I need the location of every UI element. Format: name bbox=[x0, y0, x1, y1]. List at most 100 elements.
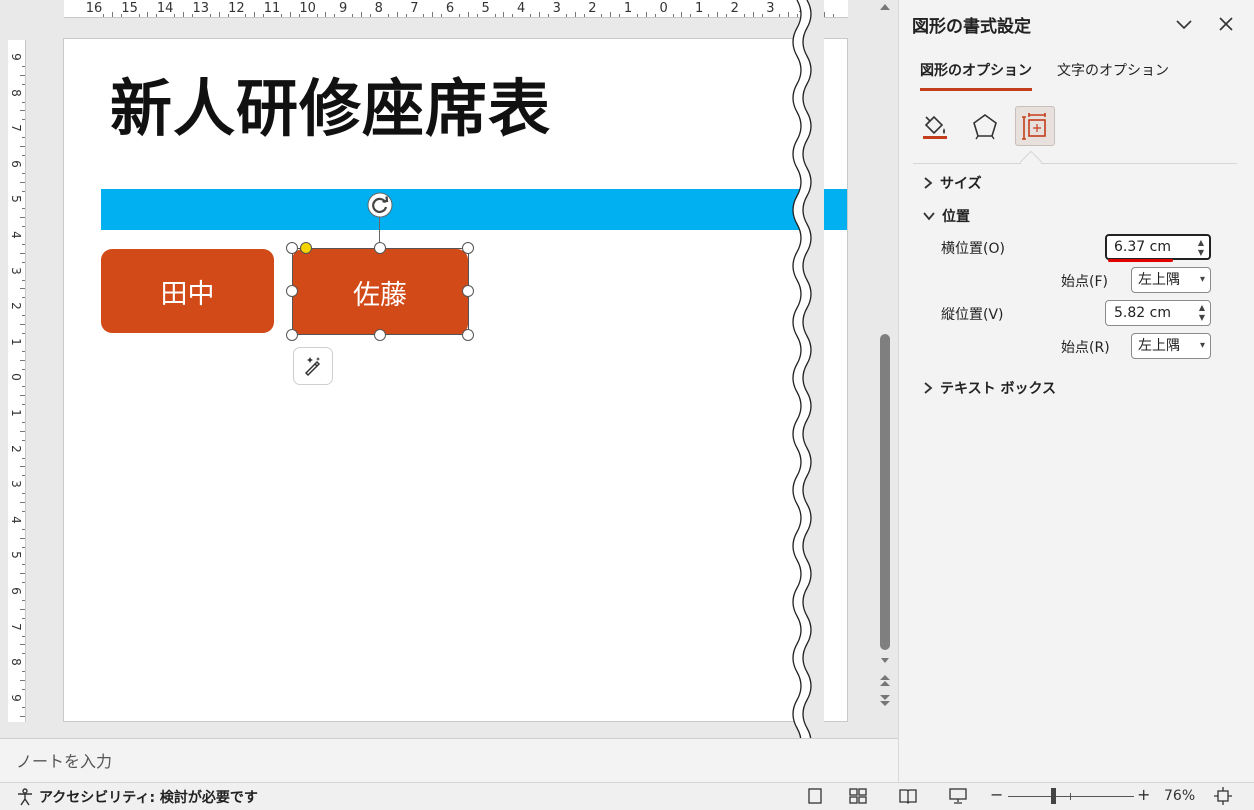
section-position[interactable]: 位置 bbox=[923, 206, 970, 226]
ruler-tick bbox=[20, 644, 25, 646]
notes-pane[interactable]: ノートを入力 bbox=[0, 738, 898, 782]
ruler-tick bbox=[396, 12, 398, 17]
ruler-tick bbox=[441, 14, 443, 17]
resize-handle-right[interactable] bbox=[462, 285, 474, 297]
slide-title[interactable]: 新人研修座席表 bbox=[110, 71, 551, 147]
scroll-down-icon bbox=[881, 658, 889, 663]
resize-handle-bottom[interactable] bbox=[374, 329, 386, 341]
shape-sato[interactable]: 佐藤 bbox=[292, 249, 468, 335]
pane-options-button[interactable] bbox=[1171, 12, 1197, 36]
horizontal-position-spinner[interactable]: ▲ ▼ bbox=[1198, 238, 1204, 258]
zoom-in-button[interactable]: + bbox=[1137, 785, 1150, 804]
resize-handle-bottom-left[interactable] bbox=[286, 329, 298, 341]
ruler-tick bbox=[601, 14, 603, 17]
adjust-handle[interactable] bbox=[300, 242, 312, 254]
ruler-tick bbox=[583, 14, 585, 17]
horizontal-position-input[interactable]: 6.37 cm ▲ ▼ bbox=[1105, 234, 1211, 260]
zoom-slider-thumb[interactable] bbox=[1051, 788, 1056, 804]
effects-category[interactable] bbox=[965, 106, 1005, 146]
vertical-ruler: 9 8 7 6 5 4 3 2 1 0 1 2 3 4 5 6 7 8 9 bbox=[8, 40, 26, 722]
ruler-tick bbox=[183, 12, 184, 17]
ruler-tick bbox=[22, 599, 25, 601]
pane-close-button[interactable] bbox=[1213, 12, 1239, 36]
ruler-tick bbox=[22, 564, 25, 566]
ruler-tick bbox=[174, 14, 176, 17]
ruler-number: 8 bbox=[374, 1, 383, 16]
ruler-number: 11 bbox=[263, 1, 281, 16]
ruler-number: 5 bbox=[481, 1, 490, 16]
ruler-tick bbox=[20, 146, 25, 147]
ruler-tick bbox=[245, 14, 247, 17]
vertical-scrollbar[interactable] bbox=[874, 0, 896, 738]
horizontal-origin-select[interactable]: 左上隅 ▾ bbox=[1131, 267, 1211, 293]
zoom-slider[interactable] bbox=[1008, 796, 1134, 797]
ruler-tick bbox=[547, 14, 549, 17]
ruler-tick bbox=[752, 12, 754, 17]
vertical-position-spinner[interactable]: ▲ ▼ bbox=[1199, 303, 1205, 323]
effects-pentagon-icon bbox=[973, 114, 997, 140]
resize-handle-left[interactable] bbox=[286, 285, 298, 297]
ruler-number: 7 bbox=[410, 1, 419, 16]
zoom-out-button[interactable]: − bbox=[990, 785, 1003, 804]
section-textbox[interactable]: テキスト ボックス bbox=[923, 378, 1056, 398]
ruler-number: 1 bbox=[623, 1, 633, 16]
rotate-handle[interactable] bbox=[367, 192, 393, 218]
ruler-tick bbox=[20, 573, 25, 575]
section-size[interactable]: サイズ bbox=[923, 173, 982, 193]
resize-handle-top-right[interactable] bbox=[462, 242, 474, 254]
ruler-number: 3 bbox=[766, 1, 775, 16]
ruler-tick bbox=[672, 14, 674, 17]
pane-divider bbox=[913, 163, 1237, 164]
ruler-tick bbox=[361, 12, 362, 17]
ruler-number: 12 bbox=[228, 1, 245, 16]
size-properties-category[interactable] bbox=[1015, 106, 1055, 146]
close-icon bbox=[1219, 17, 1233, 31]
ruler-tick bbox=[530, 14, 532, 17]
ruler-tick bbox=[22, 671, 25, 673]
accessibility-status[interactable]: アクセシビリティ: 検討が必要です bbox=[16, 787, 258, 807]
ruler-tick bbox=[22, 457, 25, 459]
ruler-tick bbox=[102, 14, 104, 17]
tab-text-options[interactable]: 文字のオプション bbox=[1057, 60, 1169, 88]
resize-handle-top-left[interactable] bbox=[286, 242, 298, 254]
ruler-number: 5 bbox=[9, 195, 23, 204]
ruler-tick bbox=[20, 110, 25, 112]
slide-sorter-icon[interactable] bbox=[848, 787, 868, 805]
reading-view-icon[interactable] bbox=[898, 787, 918, 805]
banner-bar[interactable] bbox=[101, 189, 847, 230]
chevron-down-icon bbox=[923, 212, 935, 221]
ruler-tick bbox=[405, 14, 407, 17]
ruler-tick bbox=[20, 74, 25, 76]
ruler-tick bbox=[111, 12, 113, 17]
horizontal-position-label: 横位置(O) bbox=[941, 241, 1005, 257]
ruler-number: 9 bbox=[9, 693, 23, 702]
ruler-number: 4 bbox=[9, 515, 23, 524]
resize-handle-top[interactable] bbox=[374, 242, 386, 254]
slideshow-icon[interactable] bbox=[948, 787, 968, 805]
ruler-tick bbox=[619, 14, 621, 17]
ruler-tick bbox=[654, 14, 656, 17]
shape-tanaka[interactable]: 田中 bbox=[101, 249, 274, 333]
ruler-number: 14 bbox=[156, 1, 174, 16]
ruler-number: 9 bbox=[339, 1, 348, 16]
ruler-number: 2 bbox=[730, 1, 739, 16]
ruler-tick bbox=[22, 261, 25, 263]
designer-button[interactable] bbox=[293, 347, 333, 385]
ruler-tick bbox=[476, 14, 478, 17]
fit-to-window-icon[interactable] bbox=[1213, 787, 1233, 805]
ruler-tick bbox=[289, 12, 291, 17]
slide-canvas[interactable]: 新人研修座席表 田中 佐藤 bbox=[63, 38, 848, 722]
vertical-position-input[interactable]: 5.82 cm ▲ ▼ bbox=[1105, 300, 1211, 326]
resize-handle-bottom-right[interactable] bbox=[462, 329, 474, 341]
tab-shape-options[interactable]: 図形のオプション bbox=[920, 60, 1032, 91]
wavy-break-divider bbox=[792, 0, 824, 810]
ruler-tick bbox=[22, 617, 25, 619]
vertical-origin-select[interactable]: 左上隅 ▾ bbox=[1131, 333, 1211, 359]
ruler-tick bbox=[20, 430, 25, 432]
notes-view-icon[interactable] bbox=[806, 787, 826, 805]
zoom-level[interactable]: 76% bbox=[1164, 788, 1195, 804]
fill-line-category[interactable] bbox=[915, 106, 955, 146]
scrollbar-thumb[interactable] bbox=[880, 334, 890, 650]
ruler-number: 5 bbox=[9, 551, 23, 560]
ruler-tick bbox=[22, 386, 25, 388]
